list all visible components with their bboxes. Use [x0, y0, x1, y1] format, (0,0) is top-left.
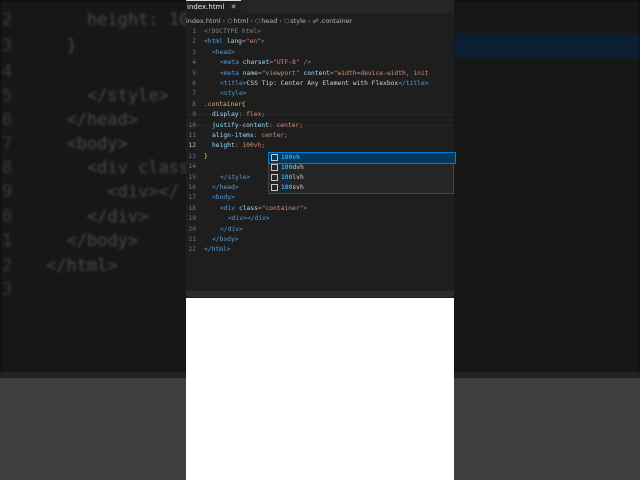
suggestion-item[interactable]: 100dvh [269, 163, 455, 173]
value-icon [271, 154, 278, 161]
breadcrumb-item-container[interactable]: .container [320, 17, 353, 25]
code-line: 2 <html lang="en"> [192, 38, 265, 46]
code-line-active: 12 height: 100vh; [188, 142, 266, 150]
suggestion-item[interactable]: 100lvh [269, 173, 455, 183]
value-icon [271, 174, 278, 181]
breadcrumb-item-style[interactable]: style [290, 17, 306, 25]
selector-icon: ☍ [312, 18, 319, 25]
code-line: 19 <div></div> [188, 215, 270, 223]
code-line: 20 </div> [188, 225, 243, 233]
code-line: 1 <!DOCTYPE html> [192, 28, 261, 35]
code-line: 21 </body> [188, 236, 239, 243]
breadcrumb-item-head[interactable]: head [261, 17, 277, 25]
blank-white-area [186, 298, 454, 480]
code-line: 7 <style> [192, 90, 247, 98]
code-line: 18 <div class="container"> [188, 204, 308, 212]
breadcrumb-item-html[interactable]: html [234, 17, 249, 25]
code-line: 11 align-items: center; [188, 132, 288, 139]
tag-icon: ⬡ [254, 18, 261, 25]
code-editor-panel: index.html ✕ index.html › ⬡html › ⬡head › ⬡sty… [186, 0, 454, 298]
breadcrumb: index.html › ⬡html › ⬡head › ⬡style › ☍.containe… [186, 17, 353, 25]
code-line: 6 <title>CSS Tip: Center Any Element with… [192, 80, 429, 87]
tab-label: index.html [187, 3, 225, 11]
code-line: 8 .container{ [192, 100, 246, 108]
code-line: 10 justify-content: center; [188, 121, 303, 129]
tag-icon: ⬡ [227, 18, 233, 25]
tab-index-html[interactable]: index.html ✕ [186, 0, 242, 13]
code-line: 17 <body> [188, 194, 235, 202]
close-icon[interactable]: ✕ [231, 3, 237, 11]
code-line: 5 <meta name="viewport" content="width=de… [192, 69, 429, 77]
autocomplete-suggestions: 100vh 100dvh 100lvh 100svh [268, 152, 456, 194]
tab-bar: index.html ✕ [186, 0, 454, 13]
suggestion-item[interactable]: 100svh [269, 183, 455, 193]
value-icon [271, 184, 278, 191]
code-line: 4 <meta charset="UTF-8" /> [192, 59, 312, 67]
suggestion-item[interactable]: 100vh [268, 152, 456, 164]
code-line: 9 display: flex; [192, 111, 266, 119]
code-line: 22 </html> [188, 246, 231, 254]
code-line: 3 <head> [192, 48, 235, 56]
value-icon [271, 164, 278, 171]
horizontal-scrollbar[interactable] [186, 291, 454, 297]
tag-icon: ⬡ [284, 18, 290, 25]
breadcrumb-item-file[interactable]: index.html [186, 17, 221, 25]
